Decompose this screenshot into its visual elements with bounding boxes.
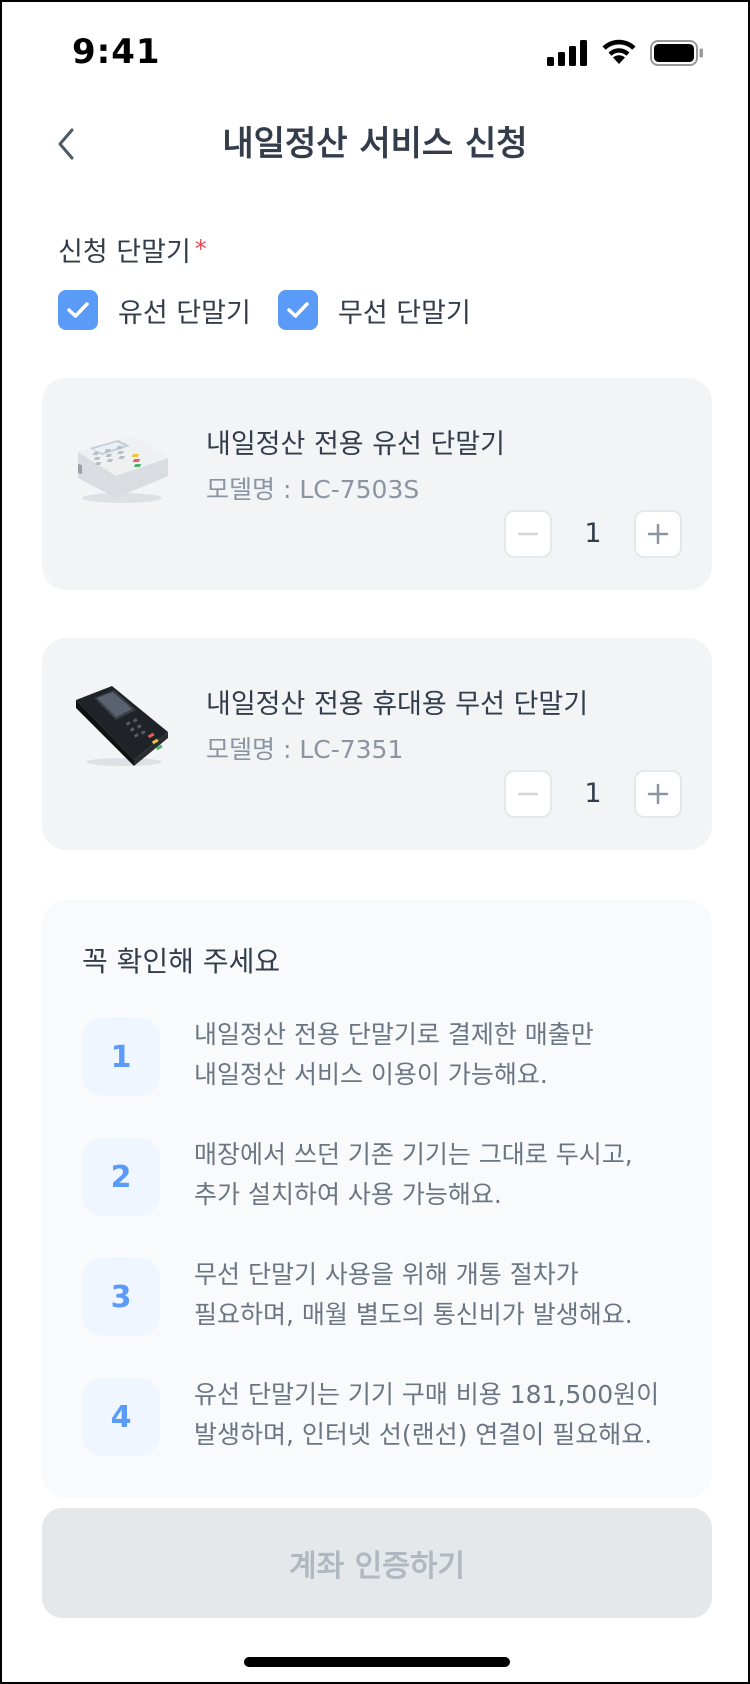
notice-number-badge: 3: [82, 1258, 160, 1336]
wired-terminal-image: [78, 436, 168, 503]
product-model: 모델명 : LC-7503S: [206, 475, 420, 504]
quantity-value: 1: [584, 778, 602, 809]
status-bar: 9:41: [2, 2, 748, 102]
product-card-wireless: 내일정산 전용 휴대용 무선 단말기 모델명 : LC-7351 1: [42, 638, 712, 850]
minus-icon: [517, 532, 539, 536]
notice-item: 1 내일정산 전용 단말기로 결제한 매출만 내일정산 서비스 이용이 가능해요…: [82, 1018, 692, 1104]
notice-item: 2 매장에서 쓰던 기존 기기는 그대로 두시고, 추가 설치하여 사용 가능해…: [82, 1138, 692, 1224]
app-screen: 9:41 내일정산 서비스 신청 신청 단말기 * 유선 단말기 무선 단말기 …: [0, 0, 750, 1684]
wireless-terminal-checkbox[interactable]: 무선 단말기: [278, 289, 471, 331]
home-indicator: [244, 1657, 510, 1667]
back-button[interactable]: [42, 120, 90, 168]
quantity-value: 1: [584, 518, 602, 549]
checkbox-checked[interactable]: [58, 290, 98, 330]
status-time: 9:41: [72, 32, 161, 72]
wifi-icon: [602, 39, 636, 64]
checkmark-icon: [67, 302, 89, 318]
cellular-signal-icon: [547, 40, 587, 66]
product-name: 내일정산 전용 유선 단말기: [206, 429, 505, 460]
checkbox-checked[interactable]: [278, 290, 318, 330]
product-name: 내일정산 전용 휴대용 무선 단말기: [206, 689, 589, 720]
minus-icon: [517, 792, 539, 796]
notice-number-badge: 2: [82, 1138, 160, 1216]
plus-icon: [647, 783, 669, 805]
notice-item: 3 무선 단말기 사용을 위해 개통 절차가 필요하며, 매월 별도의 통신비가…: [82, 1258, 692, 1344]
notice-item: 4 유선 단말기는 기기 구매 비용 181,500원이 발생하며, 인터넷 선…: [82, 1378, 692, 1464]
decrease-quantity-button[interactable]: [504, 770, 552, 818]
page-title: 내일정산 서비스 신청: [222, 124, 528, 164]
increase-quantity-button[interactable]: [634, 510, 682, 558]
battery-icon: [650, 40, 703, 66]
checkmark-icon: [287, 302, 309, 318]
wired-terminal-label: 유선 단말기: [118, 297, 251, 329]
product-model: 모델명 : LC-7351: [206, 735, 404, 764]
verify-account-button[interactable]: 계좌 인증하기: [42, 1508, 712, 1618]
notice-text: 유선 단말기는 기기 구매 비용 181,500원이 발생하며, 인터넷 선(랜…: [194, 1380, 660, 1449]
notice-text: 매장에서 쓰던 기존 기기는 그대로 두시고, 추가 설치하여 사용 가능해요.: [194, 1140, 633, 1209]
notice-text: 내일정산 전용 단말기로 결제한 매출만 내일정산 서비스 이용이 가능해요.: [194, 1020, 594, 1089]
terminal-section-label-text: 신청 단말기: [58, 237, 191, 268]
notice-box: 꼭 확인해 주세요 1 내일정산 전용 단말기로 결제한 매출만 내일정산 서비…: [42, 900, 712, 1498]
notice-title: 꼭 확인해 주세요: [82, 945, 281, 978]
chevron-left-icon: [58, 128, 74, 160]
plus-icon: [647, 523, 669, 545]
required-mark: *: [194, 235, 207, 263]
decrease-quantity-button[interactable]: [504, 510, 552, 558]
increase-quantity-button[interactable]: [634, 770, 682, 818]
wireless-terminal-image: [76, 686, 168, 766]
notice-number-badge: 1: [82, 1018, 160, 1096]
wired-terminal-checkbox[interactable]: 유선 단말기: [58, 289, 251, 331]
terminal-section-label: 신청 단말기 *: [58, 230, 207, 269]
wireless-terminal-label: 무선 단말기: [338, 297, 471, 329]
quantity-stepper: 1: [504, 510, 684, 558]
product-card-wired: 내일정산 전용 유선 단말기 모델명 : LC-7503S 1: [42, 378, 712, 590]
notice-number-badge: 4: [82, 1378, 160, 1456]
quantity-stepper: 1: [504, 770, 684, 818]
notice-text: 무선 단말기 사용을 위해 개통 절차가 필요하며, 매월 별도의 통신비가 발…: [194, 1260, 633, 1329]
